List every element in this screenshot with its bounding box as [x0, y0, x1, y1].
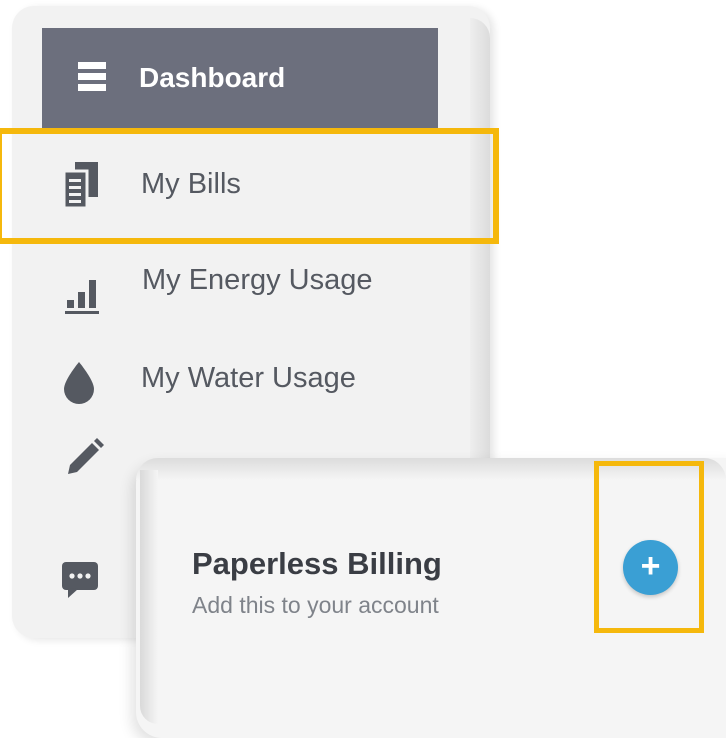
menu-icon [78, 62, 106, 91]
highlight-box [594, 461, 704, 633]
sidebar-item-label: My Water Usage [141, 362, 356, 394]
bar-chart-icon [65, 280, 99, 314]
chat-icon[interactable] [62, 562, 98, 600]
card-left-edge [140, 470, 158, 724]
card-subtitle: Add this to your account [192, 592, 439, 618]
water-drop-icon [64, 362, 94, 404]
sidebar-item-label: My Energy Usage [142, 264, 373, 296]
sidebar-item-label: Dashboard [139, 62, 286, 93]
highlight-box [0, 128, 499, 244]
pencil-icon[interactable] [64, 438, 104, 478]
card-title: Paperless Billing [192, 546, 442, 581]
